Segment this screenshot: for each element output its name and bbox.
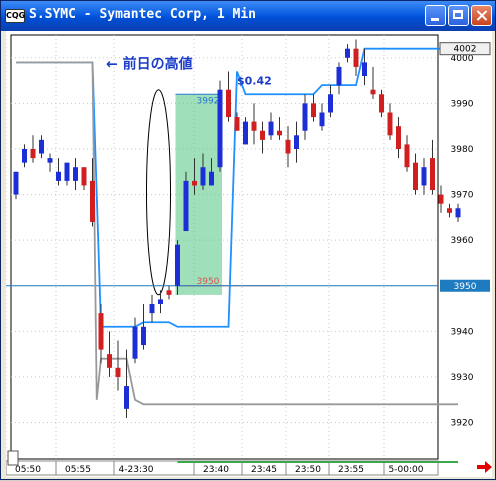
- candle-body: [319, 112, 325, 127]
- top-level-label: 3992: [197, 96, 220, 106]
- x-tick-label: 5-00:00: [389, 465, 424, 475]
- candle-body: [107, 354, 112, 368]
- candle-body: [124, 386, 129, 409]
- candle-body: [336, 66, 342, 86]
- candle-body: [268, 121, 274, 136]
- current-price-label: 3950: [454, 282, 477, 292]
- candle-body: [22, 148, 27, 163]
- x-tick-label: 23:40: [203, 465, 229, 475]
- x-tick-label: 23:50: [295, 465, 321, 475]
- gain-annotation: $0.42: [237, 75, 272, 88]
- chart-window: CQG S.SYMC - Symantec Corp, 1 Min ← 前日の高…: [0, 0, 496, 480]
- candle-body: [285, 139, 291, 154]
- candle-body: [149, 303, 155, 314]
- prev-high-annotation: ← 前日の高値: [106, 55, 193, 72]
- candle-body: [132, 326, 138, 359]
- candle-body: [447, 208, 452, 213]
- candle-body: [243, 121, 248, 145]
- highlight-region: [175, 94, 222, 295]
- candle-body: [260, 130, 265, 140]
- candle-body: [209, 171, 214, 186]
- candle-body: [30, 148, 36, 159]
- y-tick-label: 3960: [451, 236, 474, 246]
- candle-body: [455, 208, 461, 218]
- candle-body: [413, 162, 418, 191]
- candle-body: [311, 103, 316, 118]
- candle-body: [430, 158, 435, 191]
- candle-body: [370, 89, 376, 95]
- x-tick-label: 05:50: [15, 465, 41, 475]
- scroll-left-box: [7, 450, 19, 466]
- candle-body: [226, 89, 231, 118]
- candle-body: [251, 121, 257, 131]
- candle-body: [64, 162, 70, 181]
- x-tick-label: 23:45: [251, 465, 277, 475]
- chart-app-icon[interactable]: CQG: [5, 9, 25, 23]
- minimize-button[interactable]: [425, 5, 446, 26]
- candle-body: [183, 180, 189, 232]
- maximize-button[interactable]: [448, 5, 469, 26]
- window-title: S.SYMC - Symantec Corp, 1 Min: [29, 7, 256, 22]
- candle-body: [158, 299, 163, 304]
- y-tick-label: 3940: [451, 327, 474, 337]
- candle-body: [421, 167, 427, 186]
- candle-body: [73, 167, 78, 181]
- candle-body: [166, 290, 172, 295]
- candlestick-chart[interactable]: ← 前日の高値 $0.42 3992 3950 3920 3930 3940 3950 396…: [5, 31, 492, 477]
- high-price-label: 4002: [454, 45, 477, 55]
- y-tick-label: 3930: [451, 373, 474, 383]
- candle-body: [47, 158, 53, 163]
- candle-body: [39, 139, 44, 154]
- bottom-level-label: 3950: [197, 277, 220, 287]
- candle-body: [175, 244, 180, 286]
- y-tick-label: 3990: [451, 99, 474, 109]
- candle-body: [277, 130, 282, 136]
- session-strip: [177, 461, 458, 463]
- y-tick-label: 3980: [451, 145, 474, 155]
- x-tick-label: 4-23:30: [119, 465, 154, 475]
- candle-body: [362, 62, 367, 77]
- candle-body: [396, 126, 401, 149]
- x-tick-label: 05:55: [65, 465, 91, 475]
- candle-body: [345, 48, 350, 58]
- candle-body: [192, 180, 197, 186]
- title-bar[interactable]: CQG S.SYMC - Symantec Corp, 1 Min: [1, 1, 495, 31]
- x-tick-label: 23:55: [338, 465, 364, 475]
- y-tick-label: 3920: [451, 419, 474, 429]
- y-axis: 3920 3930 3940 3950 3960 3970 3980 3990 40004002…: [439, 42, 491, 429]
- y-tick-label: 4000: [451, 54, 474, 64]
- candle-body: [234, 117, 240, 131]
- candle-body: [115, 367, 121, 377]
- chart-area[interactable]: ← 前日の高値 $0.42 3992 3950 3920 3930 3940 3950 396…: [5, 31, 492, 477]
- candle-body: [328, 94, 333, 113]
- candle-body: [404, 144, 410, 168]
- candle-body: [81, 167, 87, 186]
- candle-body: [141, 326, 146, 346]
- candle-body: [56, 171, 61, 181]
- candle-body: [90, 180, 95, 222]
- plot-frame: [10, 34, 439, 460]
- candle-body: [302, 103, 308, 131]
- y-tick-label: 3970: [451, 191, 474, 201]
- close-button[interactable]: [471, 5, 492, 26]
- scroll-right-arrow-icon[interactable]: [475, 459, 493, 475]
- candle-body: [379, 94, 384, 113]
- candle-body: [294, 135, 299, 149]
- candle-body: [438, 194, 444, 204]
- candle-body: [13, 171, 19, 195]
- candle-body: [98, 313, 104, 350]
- candle-body: [200, 167, 206, 186]
- candle-body: [353, 48, 359, 67]
- candle-body: [387, 112, 393, 136]
